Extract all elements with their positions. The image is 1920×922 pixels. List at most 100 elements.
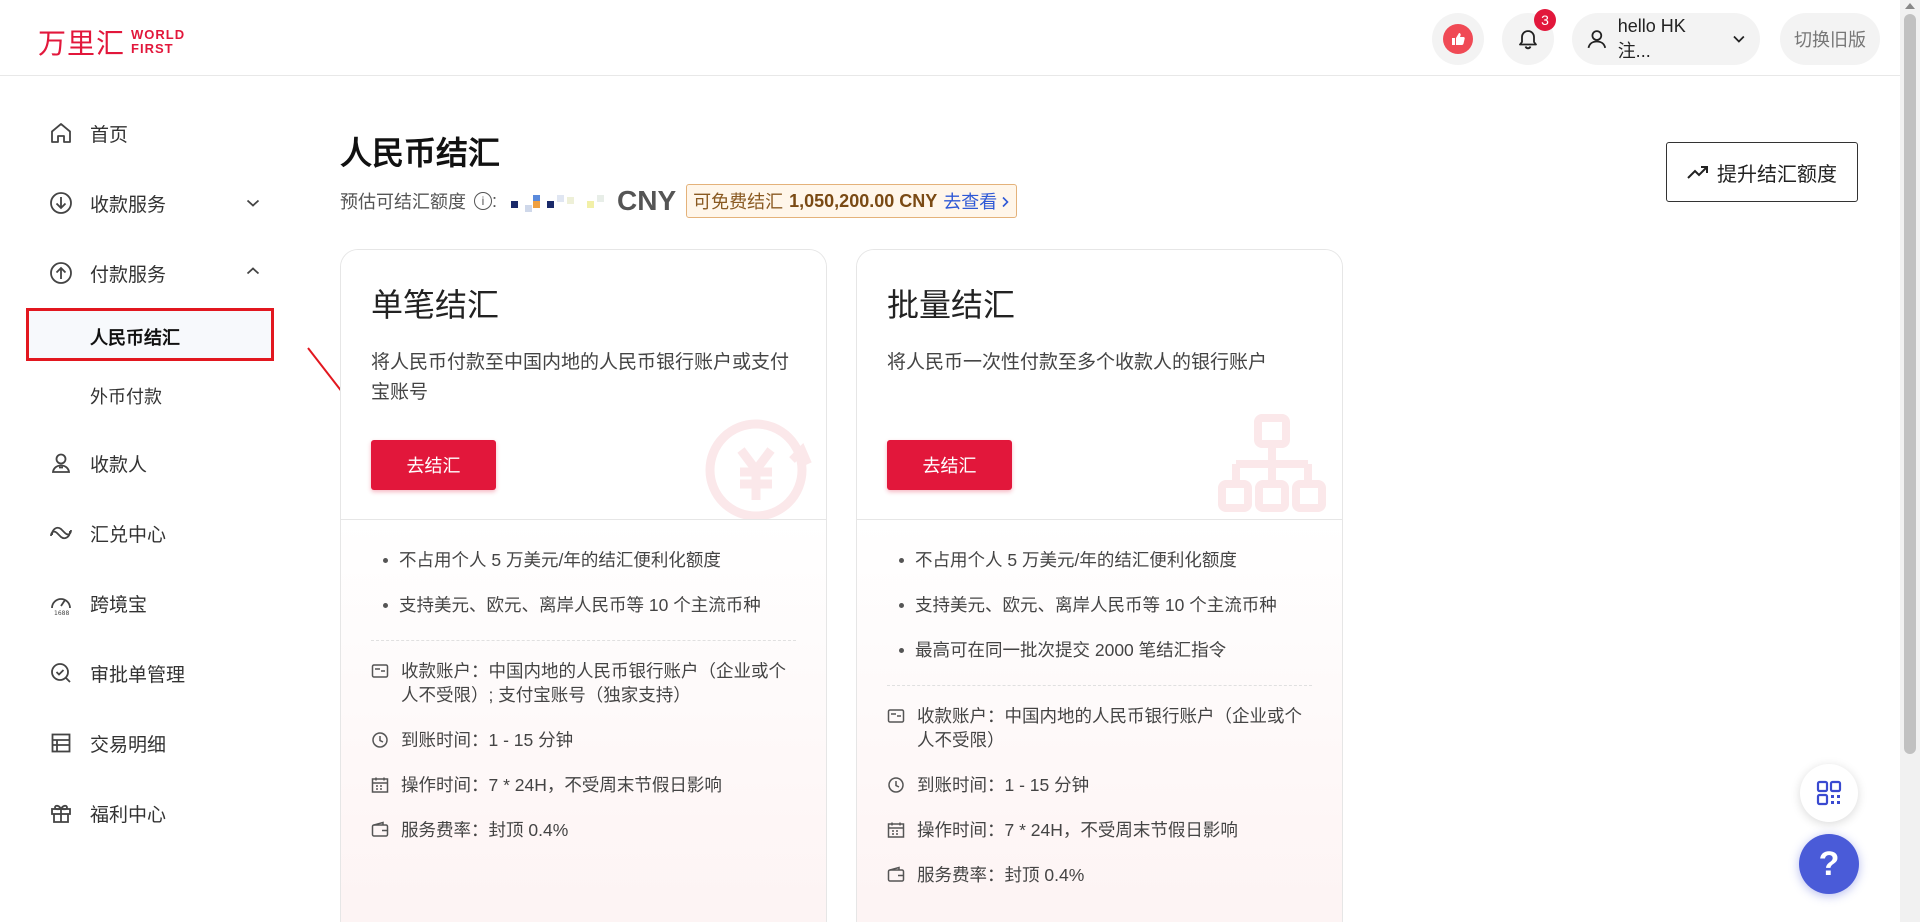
upload-circle-icon <box>48 260 74 286</box>
top-header: 万里汇 WORLD FIRST 3 hello HK 注... 切换旧版 <box>0 0 1900 76</box>
card-description: 将人民币一次性付款至多个收款人的银行账户 <box>887 352 1268 373</box>
exchange-icon <box>48 520 74 546</box>
chevron-down-icon[interactable] <box>246 196 260 210</box>
worldfirst-logo[interactable]: 万里汇 WORLD FIRST <box>38 22 185 62</box>
svg-text:1688: 1688 <box>54 610 69 616</box>
qr-code-button[interactable] <box>1800 764 1858 822</box>
sidebar-item-label: 收款人 <box>90 454 148 476</box>
hierarchy-org-icon <box>1218 414 1326 512</box>
raise-quota-button[interactable]: 提升结汇额度 <box>1666 142 1858 202</box>
logo-en-text: WORLD FIRST <box>131 27 186 56</box>
single-settlement-card: 单笔结汇 将人民币付款至中国内地的人民币银行账户或支付宝账号 去结汇 不占用个人… <box>340 249 827 922</box>
sidebar-item-exchange[interactable]: 汇兑中心 <box>48 513 166 553</box>
help-button[interactable]: ? <box>1799 834 1859 894</box>
download-circle-icon <box>48 190 74 216</box>
feature-receiving-account: 收款账户：中国内地的人民币银行账户（企业或个人不受限）; 支付宝账号（独家支持） <box>371 659 796 707</box>
sidebar-item-benefits[interactable]: 福利中心 <box>48 793 166 833</box>
account-card-icon <box>887 709 905 723</box>
chevron-up-icon[interactable] <box>246 264 260 278</box>
settlement-quota-row: 预估可结汇额度 i : CNY 可免费结汇 1,050,200.00 CNY 去… <box>340 183 1018 219</box>
masked-quota-value <box>507 188 611 214</box>
list-table-icon <box>48 730 74 756</box>
home-icon <box>48 120 74 146</box>
highlight-annotation-box <box>26 308 274 361</box>
account-card-icon <box>371 664 389 678</box>
scrollbar-thumb[interactable] <box>1904 14 1916 754</box>
sidebar-item-label: 首页 <box>90 124 129 146</box>
trend-up-icon <box>1687 166 1708 179</box>
free-settlement-tag[interactable]: 可免费结汇 1,050,200.00 CNY 去查看 <box>686 184 1018 218</box>
calendar-icon <box>887 822 905 838</box>
notification-badge: 3 <box>1534 9 1556 31</box>
approval-check-icon <box>48 660 74 686</box>
sidebar-item-transactions[interactable]: 交易明细 <box>48 723 166 763</box>
gift-icon <box>48 800 74 826</box>
payee-user-icon <box>48 450 74 476</box>
user-icon <box>1587 30 1607 49</box>
wallet-icon <box>887 866 905 882</box>
single-settle-button[interactable]: 去结汇 <box>371 440 496 490</box>
like-button[interactable] <box>1432 13 1484 65</box>
divider <box>371 640 796 641</box>
notification-button[interactable]: 3 <box>1502 9 1556 65</box>
yuan-refresh-icon <box>705 419 812 519</box>
card-description: 将人民币付款至中国内地的人民币银行账户或支付宝账号 <box>371 352 790 403</box>
info-icon[interactable]: i <box>474 192 492 210</box>
free-tag-view-link[interactable]: 去查看 <box>943 188 1010 214</box>
vertical-scrollbar[interactable] <box>1900 0 1920 922</box>
sidebar-item-label: 汇兑中心 <box>90 524 167 546</box>
list-item: 不占用个人 5 万美元/年的结汇便利化额度 <box>887 548 1312 593</box>
switch-old-version-button[interactable]: 切换旧版 <box>1780 13 1880 65</box>
sidebar-subitem-foreign-payment[interactable]: 外币付款 <box>90 383 162 409</box>
feature-operation-time: 操作时间：7 * 24H，不受周末节假日影响 <box>887 818 1312 842</box>
logo-cn-text: 万里汇 <box>38 27 126 60</box>
card-bullets: 不占用个人 5 万美元/年的结汇便利化额度 支持美元、欧元、离岸人民币等 10 … <box>887 548 1312 908</box>
quota-currency: CNY <box>617 185 677 216</box>
feature-arrival-time: 到账时间：1 - 15 分钟 <box>887 773 1312 797</box>
user-name: hello HK 注... <box>1617 15 1686 61</box>
list-item: 最高可在同一批次提交 2000 笔结汇指令 <box>887 638 1312 683</box>
scroll-up-arrow[interactable] <box>1905 3 1915 9</box>
sidebar-item-payment[interactable]: 付款服务 <box>48 253 166 293</box>
free-tag-amount: 1,050,200.00 CNY <box>789 190 938 211</box>
sidebar-item-label: 付款服务 <box>90 264 167 286</box>
quota-colon: : <box>492 190 498 211</box>
sidebar-item-kuajingbao[interactable]: 1688 跨境宝 <box>48 583 147 623</box>
card-header: 单笔结汇 将人民币付款至中国内地的人民币银行账户或支付宝账号 去结汇 <box>341 250 826 520</box>
list-item: 支持美元、欧元、离岸人民币等 10 个主流币种 <box>887 593 1312 638</box>
card-details: 不占用个人 5 万美元/年的结汇便利化额度 支持美元、欧元、离岸人民币等 10 … <box>857 520 1342 922</box>
sidebar-item-label: 审批单管理 <box>90 664 186 686</box>
batch-settle-button[interactable]: 去结汇 <box>887 440 1012 490</box>
thumbs-up-icon <box>1443 24 1473 54</box>
qr-code-icon <box>1816 780 1842 806</box>
card-details: 不占用个人 5 万美元/年的结汇便利化额度 支持美元、欧元、离岸人民币等 10 … <box>341 520 826 922</box>
chevron-right-icon <box>1002 196 1009 208</box>
wallet-icon <box>371 821 389 837</box>
clock-icon <box>888 777 904 793</box>
batch-settlement-card: 批量结汇 将人民币一次性付款至多个收款人的银行账户 去结汇 不占用个人 5 万美… <box>856 249 1343 922</box>
sidebar-item-label: 收款服务 <box>90 194 167 216</box>
list-item: 支持美元、欧元、离岸人民币等 10 个主流币种 <box>371 593 796 638</box>
sidebar-item-label: 福利中心 <box>90 804 167 826</box>
sidebar-item-approval[interactable]: 审批单管理 <box>48 653 185 693</box>
divider <box>887 685 1312 686</box>
bell-icon <box>1519 30 1537 50</box>
sidebar-item-label: 交易明细 <box>90 734 167 756</box>
feature-receiving-account: 收款账户：中国内地的人民币银行账户（企业或个人不受限） <box>887 704 1312 752</box>
user-menu[interactable]: hello HK 注... <box>1572 13 1760 65</box>
sidebar-item-home[interactable]: 首页 <box>48 113 128 153</box>
sidebar-item-label: 跨境宝 <box>90 594 148 616</box>
free-tag-label: 可免费结汇 <box>693 192 784 212</box>
feature-operation-time: 操作时间：7 * 24H，不受周末节假日影响 <box>371 773 796 797</box>
clock-icon <box>372 732 388 748</box>
sidebar-item-collection[interactable]: 收款服务 <box>48 183 166 223</box>
raise-quota-label: 提升结汇额度 <box>1717 163 1837 186</box>
feature-service-fee: 服务费率：封顶 0.4% <box>887 863 1312 887</box>
feature-service-fee: 服务费率：封顶 0.4% <box>371 818 796 842</box>
chevron-down-icon <box>1733 35 1745 43</box>
list-item: 不占用个人 5 万美元/年的结汇便利化额度 <box>371 548 796 593</box>
kuajingbao-gauge-icon: 1688 <box>48 590 74 616</box>
quota-label: 预估可结汇额度 <box>340 192 466 212</box>
sidebar-item-payee[interactable]: 收款人 <box>48 443 147 483</box>
calendar-icon <box>371 777 389 793</box>
